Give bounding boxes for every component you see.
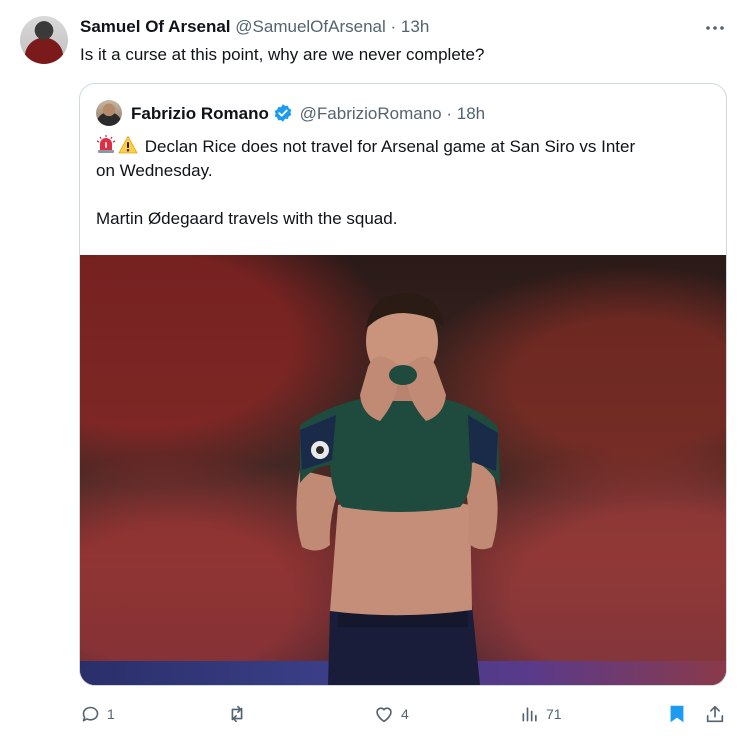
more-icon[interactable] xyxy=(703,16,727,40)
quote-author-avatar[interactable] xyxy=(96,100,122,126)
like-button[interactable]: 4 xyxy=(373,703,409,725)
tweet-time[interactable]: 13h xyxy=(401,17,429,36)
quote-separator-dot: · xyxy=(446,104,453,123)
reply-count: 1 xyxy=(107,706,115,722)
bookmark-icon[interactable] xyxy=(666,703,688,725)
reply-button[interactable]: 1 xyxy=(80,703,115,725)
retweet-icon xyxy=(231,705,243,723)
author-handle[interactable]: @SamuelOfArsenal xyxy=(235,17,386,36)
tweet-text: Is it a curse at this point, why are we … xyxy=(80,45,485,64)
quote-author-name[interactable]: Fabrizio Romano xyxy=(131,104,269,123)
warning-icon xyxy=(118,135,138,154)
quote-header: Fabrizio Romano @FabrizioRomano · 18h xyxy=(131,103,485,124)
quote-line-2: on Wednesday. xyxy=(96,161,213,180)
views-icon xyxy=(522,707,537,722)
views-button[interactable]: 71 xyxy=(520,703,562,725)
retweet-button[interactable] xyxy=(226,703,254,725)
reply-icon xyxy=(82,706,99,721)
quote-time[interactable]: 18h xyxy=(457,104,485,123)
share-icon[interactable] xyxy=(704,703,726,725)
verified-icon xyxy=(274,104,292,122)
rotating-light-icon xyxy=(96,135,116,153)
quote-media-photo[interactable] xyxy=(80,255,726,685)
author-name[interactable]: Samuel Of Arsenal xyxy=(80,17,231,36)
quote-text: Declan Rice does not travel for Arsenal … xyxy=(96,135,716,231)
like-icon xyxy=(376,707,392,723)
views-count: 71 xyxy=(546,706,562,722)
author-avatar[interactable] xyxy=(20,16,68,64)
quote-line-1: Declan Rice does not travel for Arsenal … xyxy=(144,137,636,156)
separator-dot: · xyxy=(390,17,397,36)
player-figure xyxy=(296,293,500,685)
like-count: 4 xyxy=(401,706,409,722)
quoted-tweet[interactable]: Fabrizio Romano @FabrizioRomano · 18h De… xyxy=(79,83,727,686)
tweet-header: Samuel Of Arsenal @SamuelOfArsenal · 13h xyxy=(80,17,429,37)
quote-line-3: Martin Ødegaard travels with the squad. xyxy=(96,209,398,228)
quote-author-handle[interactable]: @FabrizioRomano xyxy=(300,104,442,123)
